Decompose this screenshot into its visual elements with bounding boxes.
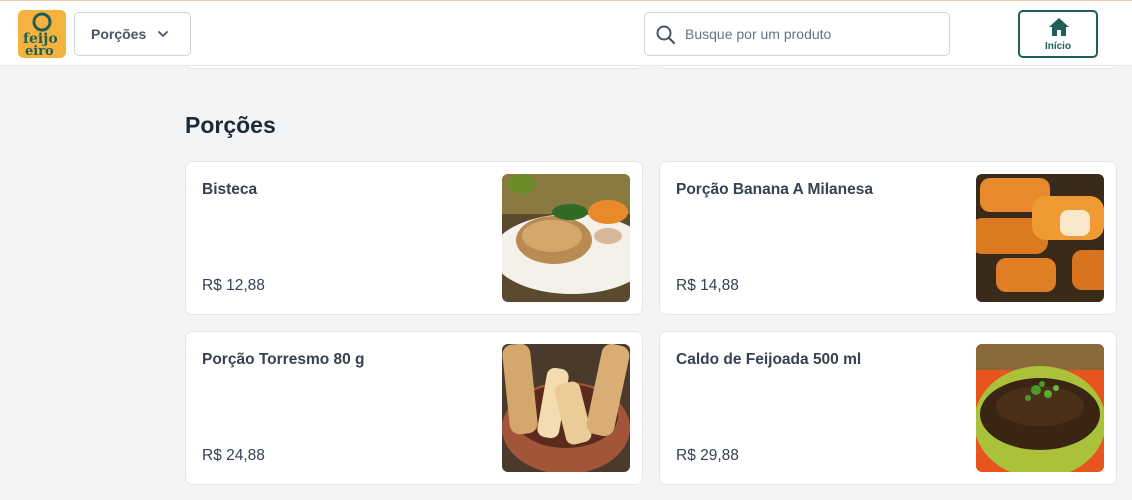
product-price: R$ 14,88 bbox=[676, 277, 739, 294]
home-button-label: Início bbox=[1044, 41, 1072, 52]
product-card[interactable]: Bisteca R$ 12,88 bbox=[185, 161, 643, 315]
category-dropdown-label: Porções bbox=[91, 26, 147, 42]
product-image bbox=[502, 174, 630, 302]
search-box bbox=[644, 12, 950, 56]
product-card[interactable]: Porção Torresmo 80 g R$ 24,88 bbox=[185, 331, 643, 485]
search-icon bbox=[655, 24, 677, 51]
product-card[interactable]: Caldo de Feijoada 500 ml R$ 29,88 bbox=[659, 331, 1117, 485]
category-dropdown[interactable]: Porções bbox=[74, 12, 191, 56]
product-price: R$ 24,88 bbox=[202, 447, 265, 464]
product-price: R$ 12,88 bbox=[202, 277, 265, 294]
product-image bbox=[976, 174, 1104, 302]
product-image bbox=[976, 344, 1104, 472]
product-name: Bisteca bbox=[202, 181, 258, 198]
svg-text:eiro: eiro bbox=[25, 44, 54, 58]
top-navbar: feijo eiro Porções Início bbox=[0, 0, 1132, 66]
product-card[interactable]: Porção Banana A Milanesa R$ 14,88 bbox=[659, 161, 1117, 315]
search-input[interactable] bbox=[685, 21, 940, 47]
product-name: Porção Banana A Milanesa bbox=[676, 181, 873, 198]
product-image bbox=[502, 344, 630, 472]
section-title: Porções bbox=[185, 112, 276, 138]
home-button[interactable]: Início bbox=[1018, 10, 1098, 58]
chevron-down-icon bbox=[156, 27, 170, 46]
product-name: Caldo de Feijoada 500 ml bbox=[676, 351, 862, 368]
product-name: Porção Torresmo 80 g bbox=[202, 351, 365, 368]
home-icon bbox=[1048, 17, 1070, 42]
product-price: R$ 29,88 bbox=[676, 447, 739, 464]
brand-logo[interactable]: feijo eiro bbox=[18, 10, 66, 58]
